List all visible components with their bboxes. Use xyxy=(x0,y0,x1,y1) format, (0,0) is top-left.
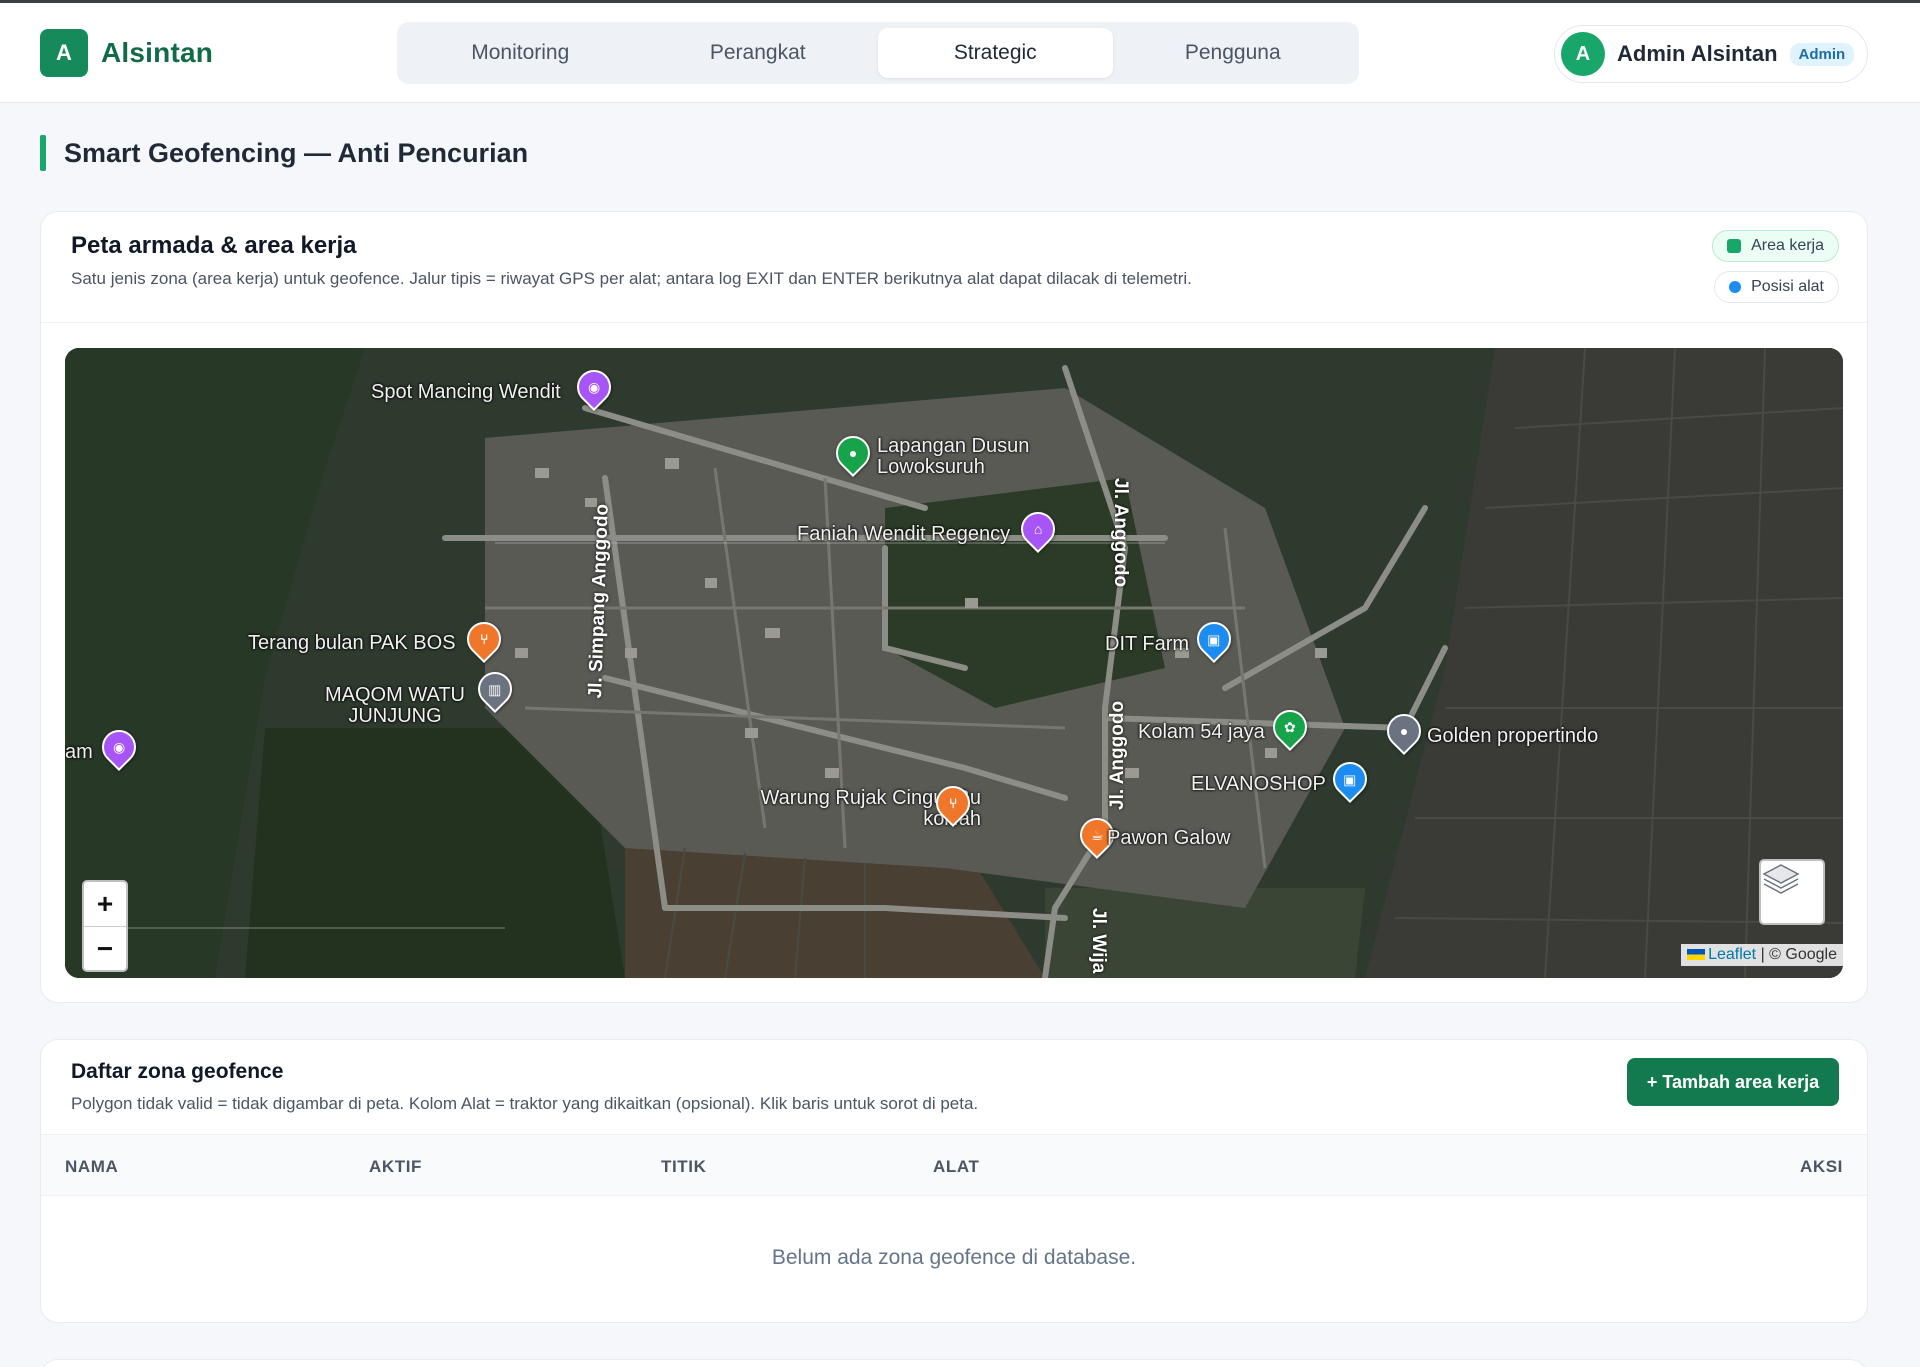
zone-list-card: Daftar zona geofence Polygon tidak valid… xyxy=(40,1039,1868,1323)
empty-state-message: Belum ada zona geofence di database. xyxy=(771,1246,1137,1269)
brand-name: Alsintan xyxy=(101,37,214,68)
avatar: A xyxy=(1561,32,1605,76)
position-dot-icon xyxy=(1729,281,1742,293)
title-accent-bar xyxy=(40,135,46,171)
divider xyxy=(41,322,1867,323)
zoom-control: + − xyxy=(82,880,128,972)
column-header-aksi[interactable]: AKSI xyxy=(1800,1157,1843,1177)
next-card xyxy=(40,1359,1868,1367)
page-title-group: Smart Geofencing — Anti Pencurian xyxy=(40,135,528,171)
legend-label: Posisi alat xyxy=(1751,278,1824,295)
map-card-title: Peta armada & area kerja xyxy=(71,232,357,259)
page-title: Smart Geofencing — Anti Pencurian xyxy=(64,137,529,168)
road-label: Jl. Wija xyxy=(1088,908,1109,974)
zoom-in-button[interactable]: + xyxy=(84,882,126,926)
place-label: Golden propertindo xyxy=(1427,725,1599,747)
user-menu[interactable]: A Admin Alsintan Admin xyxy=(1554,25,1868,83)
tab-monitoring[interactable]: Monitoring xyxy=(403,28,638,78)
legend-posisi-alat: Posisi alat xyxy=(1714,271,1839,303)
role-badge: Admin xyxy=(1789,42,1855,66)
place-label: am xyxy=(65,741,93,763)
legend-area-kerja: Area kerja xyxy=(1712,230,1839,262)
leaflet-link[interactable]: Leaflet xyxy=(1708,946,1756,963)
place-label: Faniah Wendit Regency xyxy=(797,523,1011,545)
layers-button[interactable] xyxy=(1759,859,1825,925)
column-header-nama[interactable]: NAMA xyxy=(65,1157,118,1177)
add-zone-button[interactable]: + Tambah area kerja xyxy=(1627,1058,1839,1106)
place-label: Spot Mancing Wendit xyxy=(371,381,561,403)
legend-label: Area kerja xyxy=(1751,237,1824,254)
tab-strategic[interactable]: Strategic xyxy=(878,28,1113,78)
place-label: Lapangan Dusun Lowoksuruh xyxy=(877,435,1030,478)
place-label: MAQOM WATU JUNJUNG xyxy=(325,684,465,727)
map-card-description: Satu jenis zona (area kerja) untuk geofe… xyxy=(71,269,1192,288)
road-label: Jl. Anggodo xyxy=(1110,478,1131,588)
zone-card-description: Polygon tidak valid = tidak digambar di … xyxy=(71,1094,979,1113)
zoom-out-button[interactable]: − xyxy=(84,926,126,970)
place-label: Pawon Galow xyxy=(1107,827,1231,849)
place-label: Kolam 54 jaya xyxy=(1138,721,1265,743)
column-header-aktif[interactable]: AKTIF xyxy=(369,1157,422,1177)
main-nav: Monitoring Perangkat Strategic Pengguna xyxy=(397,22,1359,84)
place-label: DIT Farm xyxy=(1105,633,1190,655)
fleet-map[interactable]: Jl. Simpang Anggodo Jl. Anggodo Jl. Angg… xyxy=(65,348,1843,978)
place-label: Terang bulan PAK BOS xyxy=(248,632,456,654)
map-attribution: Leaflet | © Google xyxy=(1681,944,1843,966)
road-label: Jl. Anggodo xyxy=(1107,700,1128,810)
column-header-titik[interactable]: TITIK xyxy=(661,1157,707,1177)
zone-card-title: Daftar zona geofence xyxy=(71,1060,284,1083)
tab-perangkat[interactable]: Perangkat xyxy=(641,28,876,78)
user-name: Admin Alsintan xyxy=(1617,41,1778,66)
ukraine-flag-icon xyxy=(1687,949,1706,961)
map-card: Peta armada & area kerja Satu jenis zona… xyxy=(40,211,1868,1003)
place-label: ELVANOSHOP xyxy=(1191,773,1326,795)
top-bar: A Alsintan Monitoring Perangkat Strategi… xyxy=(0,3,1920,103)
attribution-text: | © Google xyxy=(1760,946,1837,963)
brand[interactable]: A Alsintan xyxy=(40,29,213,77)
brand-logo: A xyxy=(40,29,88,77)
column-header-alat[interactable]: ALAT xyxy=(933,1157,979,1177)
tab-pengguna[interactable]: Pengguna xyxy=(1116,28,1351,78)
table-header: NAMA AKTIF TITIK ALAT AKSI xyxy=(41,1134,1867,1196)
area-swatch-icon xyxy=(1727,239,1742,253)
layers-icon xyxy=(1762,864,1800,894)
